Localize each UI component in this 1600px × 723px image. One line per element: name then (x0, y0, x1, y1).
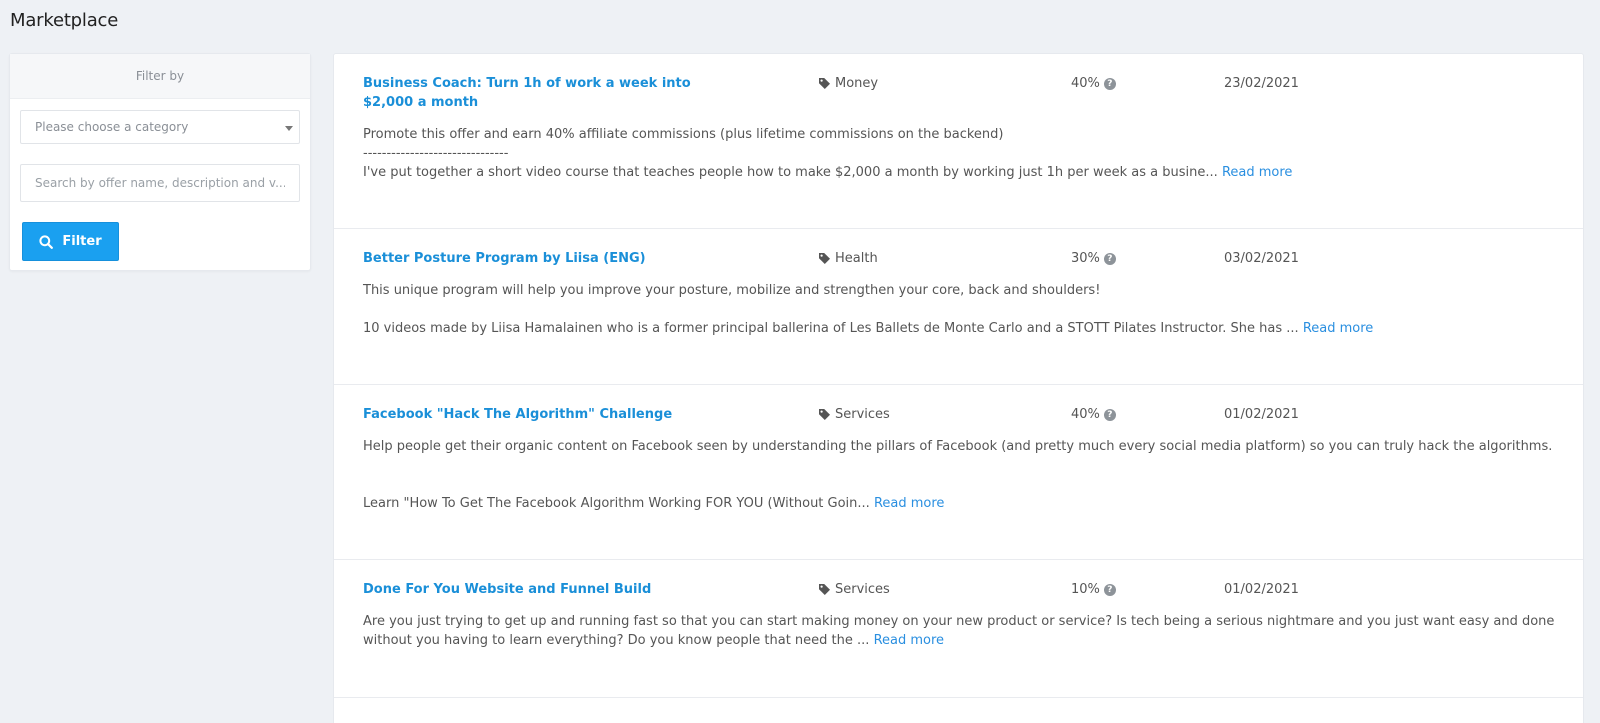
offer-description-line: 10 videos made by Liisa Hamalainen who i… (363, 319, 1563, 338)
filter-button[interactable]: Filter (22, 222, 119, 261)
offer-category-label: Health (835, 251, 878, 266)
offer-category: Health (818, 249, 878, 268)
offer-title-link[interactable]: Done For You Website and Funnel Build (363, 580, 728, 599)
offer-description-line: Learn "How To Get The Facebook Algorithm… (363, 494, 1563, 513)
filter-button-label: Filter (62, 234, 102, 249)
question-circle-icon[interactable]: ? (1103, 252, 1116, 265)
offer-commission: 10% ? (1071, 580, 1116, 599)
offer-commission: 40% ? (1071, 74, 1116, 93)
offer-commission-value: 30% (1071, 251, 1100, 266)
offer-commission: 30% ? (1071, 249, 1116, 268)
category-select-placeholder: Please choose a category (35, 120, 189, 134)
tag-icon (819, 409, 830, 420)
offer-description: Promote this offer and earn 40% affiliat… (363, 125, 1563, 182)
offer-date: 01/02/2021 (1224, 582, 1299, 597)
offer-description-line: This unique program will help you improv… (363, 283, 1101, 298)
category-select[interactable]: Please choose a category (20, 110, 300, 144)
offer-commission-value: 10% (1071, 582, 1100, 597)
filter-panel-heading: Filter by (10, 54, 310, 99)
offer-item: Facebook "Hack The Algorithm" Challenge … (334, 385, 1583, 560)
offer-category-label: Services (835, 582, 890, 597)
offer-description-line: Are you just trying to get up and runnin… (363, 614, 1555, 629)
offer-item: Business Coach: Turn 1h of work a week i… (334, 54, 1583, 229)
offer-description-excerpt: Learn "How To Get The Facebook Algorithm… (363, 496, 870, 511)
tag-icon (819, 253, 830, 264)
offer-category-label: Money (835, 76, 879, 91)
offer-description-excerpt: 10 videos made by Liisa Hamalainen who i… (363, 321, 1299, 336)
offer-commission-value: 40% (1071, 76, 1100, 91)
offer-commission: 40% ? (1071, 405, 1116, 424)
offer-title-link[interactable]: Business Coach: Turn 1h of work a week i… (363, 74, 728, 112)
question-circle-icon[interactable]: ? (1103, 583, 1116, 596)
question-circle-icon[interactable]: ? (1103, 77, 1116, 90)
offer-category: Services (818, 405, 890, 424)
offer-item: Done For You Website and Funnel Build Se… (334, 560, 1583, 698)
read-more-link[interactable]: Read more (874, 496, 944, 511)
offer-description-divider: ------------------------------- (363, 146, 509, 161)
offer-item: Better Posture Program by Liisa (ENG) He… (334, 229, 1583, 385)
read-more-link[interactable]: Read more (1303, 321, 1373, 336)
offer-description: This unique program will help you improv… (363, 281, 1563, 338)
offer-description-line: I've put together a short video course t… (363, 163, 1563, 182)
offer-date: 03/02/2021 (1224, 251, 1299, 266)
filter-panel: Filter by Please choose a category Filte… (9, 53, 311, 271)
page-title: Marketplace (10, 10, 119, 31)
offer-list: Business Coach: Turn 1h of work a week i… (333, 53, 1584, 723)
offer-date: 23/02/2021 (1224, 76, 1299, 91)
offer-description-excerpt: without you having to learn everything? … (363, 633, 870, 648)
tag-icon (819, 584, 830, 595)
offer-item-partial (334, 698, 1583, 723)
question-circle-icon[interactable]: ? (1103, 408, 1116, 421)
offer-date: 01/02/2021 (1224, 407, 1299, 422)
read-more-link[interactable]: Read more (1222, 165, 1292, 180)
offer-category: Services (818, 580, 890, 599)
offer-commission-value: 40% (1071, 407, 1100, 422)
read-more-link[interactable]: Read more (874, 633, 944, 648)
offer-description: Are you just trying to get up and runnin… (363, 612, 1563, 650)
offer-description-line: Help people get their organic content on… (363, 439, 1553, 454)
offer-title-link[interactable]: Facebook "Hack The Algorithm" Challenge (363, 405, 728, 424)
tag-icon (819, 78, 830, 89)
offer-description-line: Promote this offer and earn 40% affiliat… (363, 127, 1004, 142)
offer-description-line: without you having to learn everything? … (363, 631, 1563, 650)
offer-category: Money (818, 74, 878, 93)
offer-description: Help people get their organic content on… (363, 437, 1563, 513)
offer-title-link[interactable]: Better Posture Program by Liisa (ENG) (363, 249, 728, 268)
caret-down-icon (285, 126, 293, 131)
search-input[interactable] (20, 164, 300, 202)
offer-category-label: Services (835, 407, 890, 422)
search-icon (39, 234, 54, 249)
offer-description-excerpt: I've put together a short video course t… (363, 165, 1218, 180)
